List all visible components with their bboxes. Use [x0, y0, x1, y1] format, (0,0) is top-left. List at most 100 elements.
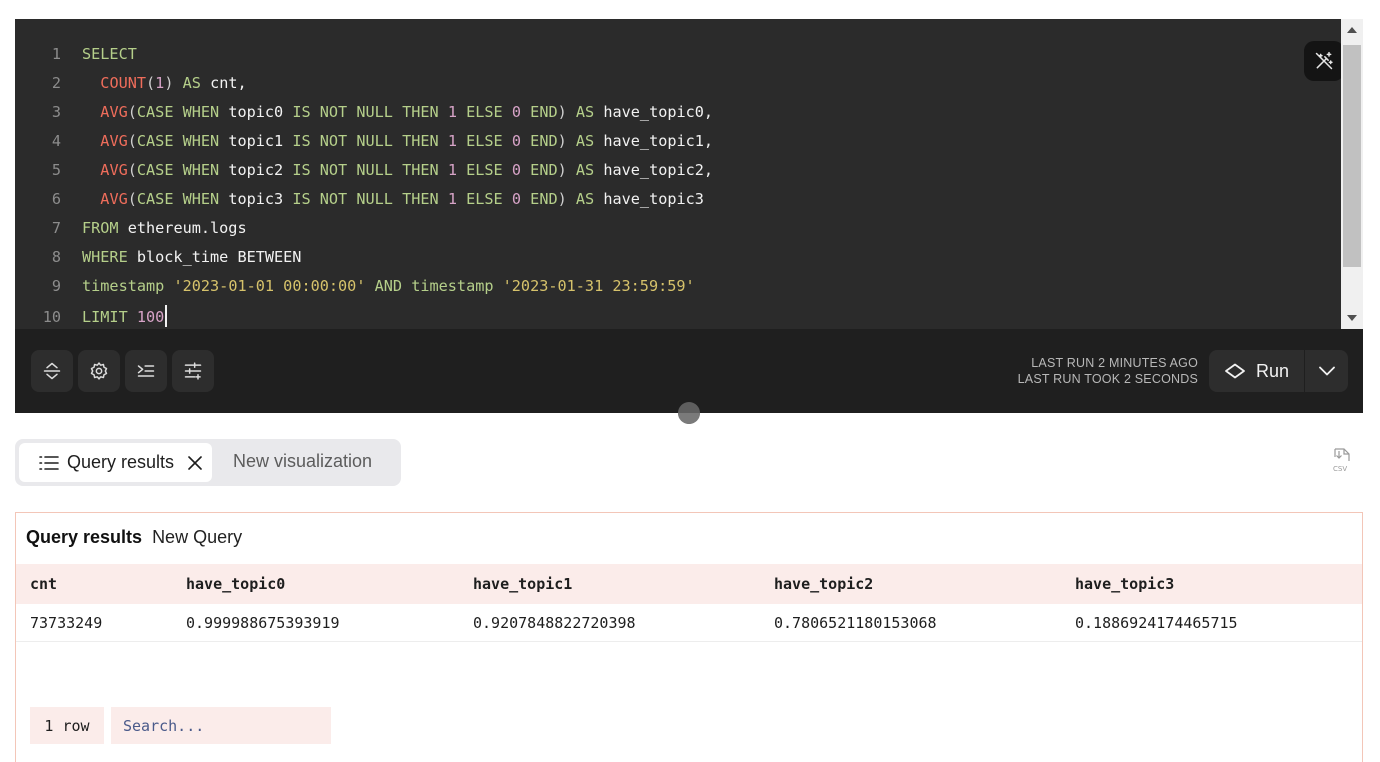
code-line[interactable]: 7 FROM ethereum.logs: [15, 218, 1341, 247]
parameters-button[interactable]: [172, 350, 214, 392]
editor-scrollbar[interactable]: [1341, 19, 1363, 329]
code-line[interactable]: 4 AVG(CASE WHEN topic1 IS NOT NULL THEN …: [15, 131, 1341, 160]
line-number: 7: [51, 219, 61, 237]
settings-button[interactable]: [78, 350, 120, 392]
code-token: ethereum.logs: [118, 219, 247, 237]
code-token: ELSE: [466, 132, 503, 150]
code-line[interactable]: 3 AVG(CASE WHEN topic0 IS NOT NULL THEN …: [15, 102, 1341, 131]
code-token: IS NOT NULL THEN: [292, 190, 439, 208]
code-token: CASE WHEN: [136, 103, 220, 121]
code-token: 0: [511, 103, 522, 121]
table-cell: 0.999988675393919: [186, 614, 340, 632]
format-query-button[interactable]: [125, 350, 167, 392]
code-line[interactable]: 5 AVG(CASE WHEN topic2 IS NOT NULL THEN …: [15, 160, 1341, 189]
code-token: CASE WHEN: [136, 161, 220, 179]
last-run-time: LAST RUN 2 MINUTES AGO: [1031, 356, 1198, 370]
code-token: ELSE: [466, 161, 503, 179]
code-line[interactable]: 6 AVG(CASE WHEN topic3 IS NOT NULL THEN …: [15, 189, 1341, 218]
run-button-group: Run: [1209, 350, 1348, 392]
scroll-up-arrow-icon[interactable]: [1341, 19, 1363, 41]
query-name: New Query: [152, 527, 243, 547]
run-options-button[interactable]: [1305, 350, 1348, 392]
collapse-editor-button[interactable]: [31, 350, 73, 392]
code-line[interactable]: 1 SELECT: [15, 44, 1341, 73]
scroll-down-arrow-icon[interactable]: [1341, 307, 1363, 329]
code-line[interactable]: 2 COUNT(1) AS cnt,: [15, 73, 1341, 102]
row-count: 1 row: [30, 707, 104, 744]
code-token: ): [557, 132, 576, 150]
code-token: AVG: [100, 132, 128, 150]
code-token: IS NOT NULL THEN: [292, 103, 439, 121]
code-line[interactable]: 9 timestamp '2023-01-01 00:00:00' AND tim…: [15, 276, 1341, 305]
tab-new-visualization[interactable]: New visualization: [233, 451, 372, 472]
code-token: have_topic2,: [594, 161, 714, 179]
code-line[interactable]: 10 LIMIT 100: [15, 305, 1341, 329]
code-token: AND timestamp: [365, 277, 503, 295]
line-number: 3: [51, 103, 61, 121]
code-token: (: [127, 103, 137, 121]
column-header-have-topic1[interactable]: have_topic1: [473, 575, 572, 593]
tab-query-results-label: Query results: [67, 452, 175, 472]
text-cursor: [165, 305, 168, 327]
code-token: 0: [511, 132, 522, 150]
column-header-have-topic2[interactable]: have_topic2: [774, 575, 873, 593]
last-run-info: LAST RUN 2 MINUTES AGO LAST RUN TOOK 2 S…: [1018, 355, 1198, 387]
code-token: 100: [136, 308, 165, 326]
results-title: Query results: [26, 527, 143, 547]
sql-editor[interactable]: 1 SELECT 2 COUNT(1) AS cnt, 3 AVG(CASE WHEN…: [15, 19, 1363, 329]
code-token: AVG: [100, 161, 128, 179]
close-tab-button[interactable]: [188, 455, 202, 470]
line-number: 5: [51, 161, 61, 179]
run-button[interactable]: Run: [1209, 350, 1304, 392]
code-token: topic2: [219, 161, 293, 179]
code-token: AS: [575, 190, 595, 208]
line-number: 10: [42, 308, 61, 326]
scroll-thumb[interactable]: [1343, 45, 1361, 267]
code-token: AVG: [100, 103, 128, 121]
panel-resize-handle[interactable]: [678, 402, 700, 424]
column-header-have-topic0[interactable]: have_topic0: [186, 575, 285, 593]
code-line[interactable]: 8 WHERE block_time BETWEEN: [15, 247, 1341, 276]
search-input[interactable]: [111, 707, 331, 744]
code-lines[interactable]: 1 SELECT 2 COUNT(1) AS cnt, 3 AVG(CASE WHEN…: [15, 44, 1341, 329]
ai-assist-button[interactable]: [1304, 41, 1344, 81]
code-token: have_topic0,: [594, 103, 714, 121]
code-token: '2023-01-31 23:59:59': [502, 277, 695, 295]
code-token: cnt,: [200, 74, 247, 92]
code-token: END: [530, 132, 558, 150]
results-tabs: Query results New visualization: [15, 439, 401, 486]
code-token: AS: [575, 132, 595, 150]
code-token: 1: [447, 103, 457, 121]
table-cell: 73733249: [30, 614, 103, 632]
gear-icon: [90, 362, 108, 380]
run-label: Run: [1255, 360, 1290, 381]
code-token: WHERE: [82, 248, 128, 266]
column-header-have-topic3[interactable]: have_topic3: [1075, 575, 1174, 593]
code-token: 1: [155, 74, 165, 92]
code-token: COUNT: [100, 74, 147, 92]
line-number: 9: [51, 277, 61, 295]
line-number: 1: [51, 45, 61, 63]
code-token: topic0: [219, 103, 293, 121]
code-token: END: [530, 161, 558, 179]
column-header-cnt[interactable]: cnt: [30, 575, 57, 593]
code-token: SELECT: [82, 45, 137, 63]
tab-query-results[interactable]: Query results: [19, 443, 212, 482]
download-csv-button[interactable]: CSV: [1329, 448, 1353, 474]
table-header: cnt have_topic0 have_topic1 have_topic2 …: [16, 564, 1362, 604]
code-token: 1: [447, 161, 457, 179]
last-run-duration: LAST RUN TOOK 2 SECONDS: [1017, 372, 1198, 386]
code-token: FROM: [82, 219, 119, 237]
